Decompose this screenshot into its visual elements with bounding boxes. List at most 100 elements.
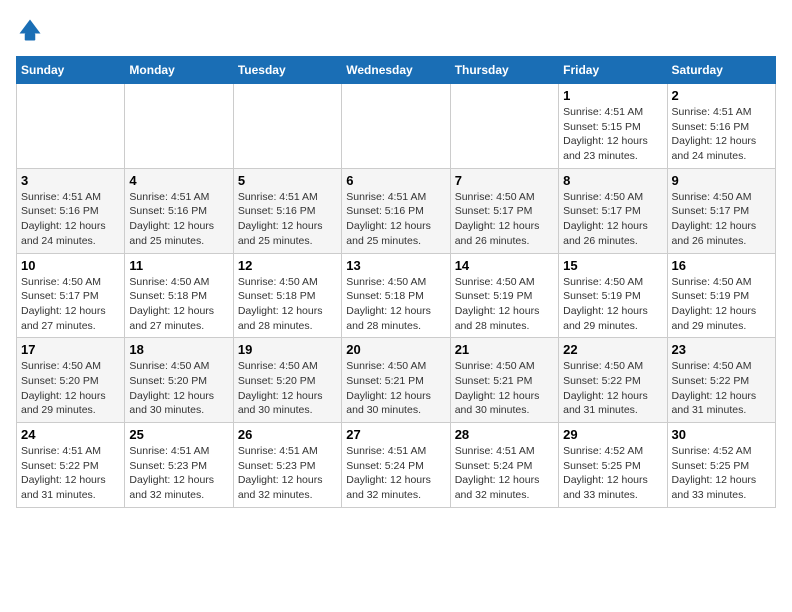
calendar-cell: 23 Sunrise: 4:50 AM Sunset: 5:22 PM Dayli…	[667, 338, 775, 423]
calendar-cell: 15Sunrise: 4:50 AM Sunset: 5:19 PM Dayli…	[559, 253, 667, 338]
weekday-header-wednesday: Wednesday	[342, 57, 450, 84]
calendar-cell	[342, 84, 450, 169]
day-number: 11	[129, 258, 228, 273]
calendar-cell: 10 Sunrise: 4:50 AM Sunset: 5:17 PM Dayli…	[17, 253, 125, 338]
calendar-cell	[125, 84, 233, 169]
calendar-cell: 14 Sunrise: 4:50 AM Sunset: 5:19 PM Dayli…	[450, 253, 558, 338]
calendar-cell: 19 Sunrise: 4:50 AM Sunset: 5:20 PM Dayli…	[233, 338, 341, 423]
day-info: Sunrise: 4:51 AM Sunset: 5:24 PM Dayligh…	[455, 444, 554, 503]
calendar-cell: 27 Sunrise: 4:51 AM Sunset: 5:24 PM Dayli…	[342, 423, 450, 508]
calendar-cell: 18Sunrise: 4:50 AM Sunset: 5:20 PM Dayli…	[125, 338, 233, 423]
calendar-cell: 11Sunrise: 4:50 AM Sunset: 5:18 PM Dayli…	[125, 253, 233, 338]
day-number: 13	[346, 258, 445, 273]
day-info: Sunrise: 4:51 AM Sunset: 5:16 PM Dayligh…	[238, 190, 337, 249]
calendar-cell: 5Sunrise: 4:51 AM Sunset: 5:16 PM Daylig…	[233, 168, 341, 253]
day-number: 2	[672, 88, 771, 103]
day-info: Sunrise: 4:51 AM Sunset: 5:24 PM Dayligh…	[346, 444, 445, 503]
day-info: Sunrise: 4:50 AM Sunset: 5:17 PM Dayligh…	[672, 190, 771, 249]
day-info: Sunrise: 4:51 AM Sunset: 5:16 PM Dayligh…	[672, 105, 771, 164]
day-number: 23	[672, 342, 771, 357]
calendar-cell: 4 Sunrise: 4:51 AM Sunset: 5:16 PM Daylig…	[125, 168, 233, 253]
day-number: 14	[455, 258, 554, 273]
day-number: 4	[129, 173, 228, 188]
calendar-week-0: 1Sunrise: 4:51 AM Sunset: 5:15 PM Daylig…	[17, 84, 776, 169]
day-number: 16	[672, 258, 771, 273]
calendar-cell: 29 Sunrise: 4:52 AM Sunset: 5:25 PM Dayli…	[559, 423, 667, 508]
day-info: Sunrise: 4:50 AM Sunset: 5:20 PM Dayligh…	[21, 359, 120, 418]
calendar-cell	[450, 84, 558, 169]
calendar-cell: 8 Sunrise: 4:50 AM Sunset: 5:17 PM Daylig…	[559, 168, 667, 253]
day-number: 7	[455, 173, 554, 188]
day-info: Sunrise: 4:50 AM Sunset: 5:18 PM Dayligh…	[346, 275, 445, 334]
day-number: 10	[21, 258, 120, 273]
calendar-cell: 24 Sunrise: 4:51 AM Sunset: 5:22 PM Dayli…	[17, 423, 125, 508]
calendar-header: SundayMondayTuesdayWednesdayThursdayFrid…	[17, 57, 776, 84]
calendar-week-4: 24 Sunrise: 4:51 AM Sunset: 5:22 PM Dayli…	[17, 423, 776, 508]
day-number: 15	[563, 258, 662, 273]
day-number: 29	[563, 427, 662, 442]
weekday-header-tuesday: Tuesday	[233, 57, 341, 84]
day-info: Sunrise: 4:50 AM Sunset: 5:19 PM Dayligh…	[672, 275, 771, 334]
weekday-header-thursday: Thursday	[450, 57, 558, 84]
calendar-week-2: 10 Sunrise: 4:50 AM Sunset: 5:17 PM Dayli…	[17, 253, 776, 338]
calendar-cell: 7 Sunrise: 4:50 AM Sunset: 5:17 PM Daylig…	[450, 168, 558, 253]
day-info: Sunrise: 4:52 AM Sunset: 5:25 PM Dayligh…	[672, 444, 771, 503]
day-info: Sunrise: 4:50 AM Sunset: 5:19 PM Dayligh…	[455, 275, 554, 334]
day-number: 24	[21, 427, 120, 442]
calendar-cell: 13 Sunrise: 4:50 AM Sunset: 5:18 PM Dayli…	[342, 253, 450, 338]
calendar-cell: 9 Sunrise: 4:50 AM Sunset: 5:17 PM Daylig…	[667, 168, 775, 253]
day-number: 17	[21, 342, 120, 357]
calendar-cell	[17, 84, 125, 169]
page-header	[16, 16, 776, 44]
weekday-header-friday: Friday	[559, 57, 667, 84]
calendar-week-3: 17 Sunrise: 4:50 AM Sunset: 5:20 PM Dayli…	[17, 338, 776, 423]
day-info: Sunrise: 4:50 AM Sunset: 5:17 PM Dayligh…	[563, 190, 662, 249]
day-number: 3	[21, 173, 120, 188]
calendar-cell: 22 Sunrise: 4:50 AM Sunset: 5:22 PM Dayli…	[559, 338, 667, 423]
calendar-cell: 21Sunrise: 4:50 AM Sunset: 5:21 PM Dayli…	[450, 338, 558, 423]
day-info: Sunrise: 4:50 AM Sunset: 5:21 PM Dayligh…	[346, 359, 445, 418]
day-info: Sunrise: 4:50 AM Sunset: 5:22 PM Dayligh…	[672, 359, 771, 418]
day-number: 19	[238, 342, 337, 357]
day-info: Sunrise: 4:50 AM Sunset: 5:17 PM Dayligh…	[21, 275, 120, 334]
calendar-cell: 6 Sunrise: 4:51 AM Sunset: 5:16 PM Daylig…	[342, 168, 450, 253]
calendar-cell: 16 Sunrise: 4:50 AM Sunset: 5:19 PM Dayli…	[667, 253, 775, 338]
day-number: 18	[129, 342, 228, 357]
weekday-header-monday: Monday	[125, 57, 233, 84]
day-info: Sunrise: 4:50 AM Sunset: 5:18 PM Dayligh…	[238, 275, 337, 334]
calendar-table: SundayMondayTuesdayWednesdayThursdayFrid…	[16, 56, 776, 508]
day-info: Sunrise: 4:50 AM Sunset: 5:17 PM Dayligh…	[455, 190, 554, 249]
calendar-cell: 2 Sunrise: 4:51 AM Sunset: 5:16 PM Daylig…	[667, 84, 775, 169]
day-number: 26	[238, 427, 337, 442]
day-info: Sunrise: 4:50 AM Sunset: 5:20 PM Dayligh…	[238, 359, 337, 418]
day-number: 27	[346, 427, 445, 442]
day-info: Sunrise: 4:51 AM Sunset: 5:16 PM Dayligh…	[346, 190, 445, 249]
day-info: Sunrise: 4:51 AM Sunset: 5:23 PM Dayligh…	[238, 444, 337, 503]
calendar-cell: 26 Sunrise: 4:51 AM Sunset: 5:23 PM Dayli…	[233, 423, 341, 508]
day-number: 28	[455, 427, 554, 442]
calendar-cell: 3 Sunrise: 4:51 AM Sunset: 5:16 PM Daylig…	[17, 168, 125, 253]
day-number: 30	[672, 427, 771, 442]
day-number: 25	[129, 427, 228, 442]
weekday-header-sunday: Sunday	[17, 57, 125, 84]
calendar-cell	[233, 84, 341, 169]
day-number: 8	[563, 173, 662, 188]
day-info: Sunrise: 4:51 AM Sunset: 5:16 PM Dayligh…	[129, 190, 228, 249]
day-info: Sunrise: 4:51 AM Sunset: 5:22 PM Dayligh…	[21, 444, 120, 503]
day-number: 21	[455, 342, 554, 357]
calendar-cell: 28 Sunrise: 4:51 AM Sunset: 5:24 PM Dayli…	[450, 423, 558, 508]
day-number: 6	[346, 173, 445, 188]
logo-icon	[16, 16, 44, 44]
day-number: 9	[672, 173, 771, 188]
weekday-header-saturday: Saturday	[667, 57, 775, 84]
day-number: 22	[563, 342, 662, 357]
calendar-cell: 1Sunrise: 4:51 AM Sunset: 5:15 PM Daylig…	[559, 84, 667, 169]
day-number: 20	[346, 342, 445, 357]
day-info: Sunrise: 4:51 AM Sunset: 5:16 PM Dayligh…	[21, 190, 120, 249]
calendar-cell: 30 Sunrise: 4:52 AM Sunset: 5:25 PM Dayli…	[667, 423, 775, 508]
day-info: Sunrise: 4:50 AM Sunset: 5:22 PM Dayligh…	[563, 359, 662, 418]
day-info: Sunrise: 4:51 AM Sunset: 5:15 PM Dayligh…	[563, 105, 662, 164]
day-number: 12	[238, 258, 337, 273]
calendar-cell: 17 Sunrise: 4:50 AM Sunset: 5:20 PM Dayli…	[17, 338, 125, 423]
day-info: Sunrise: 4:52 AM Sunset: 5:25 PM Dayligh…	[563, 444, 662, 503]
